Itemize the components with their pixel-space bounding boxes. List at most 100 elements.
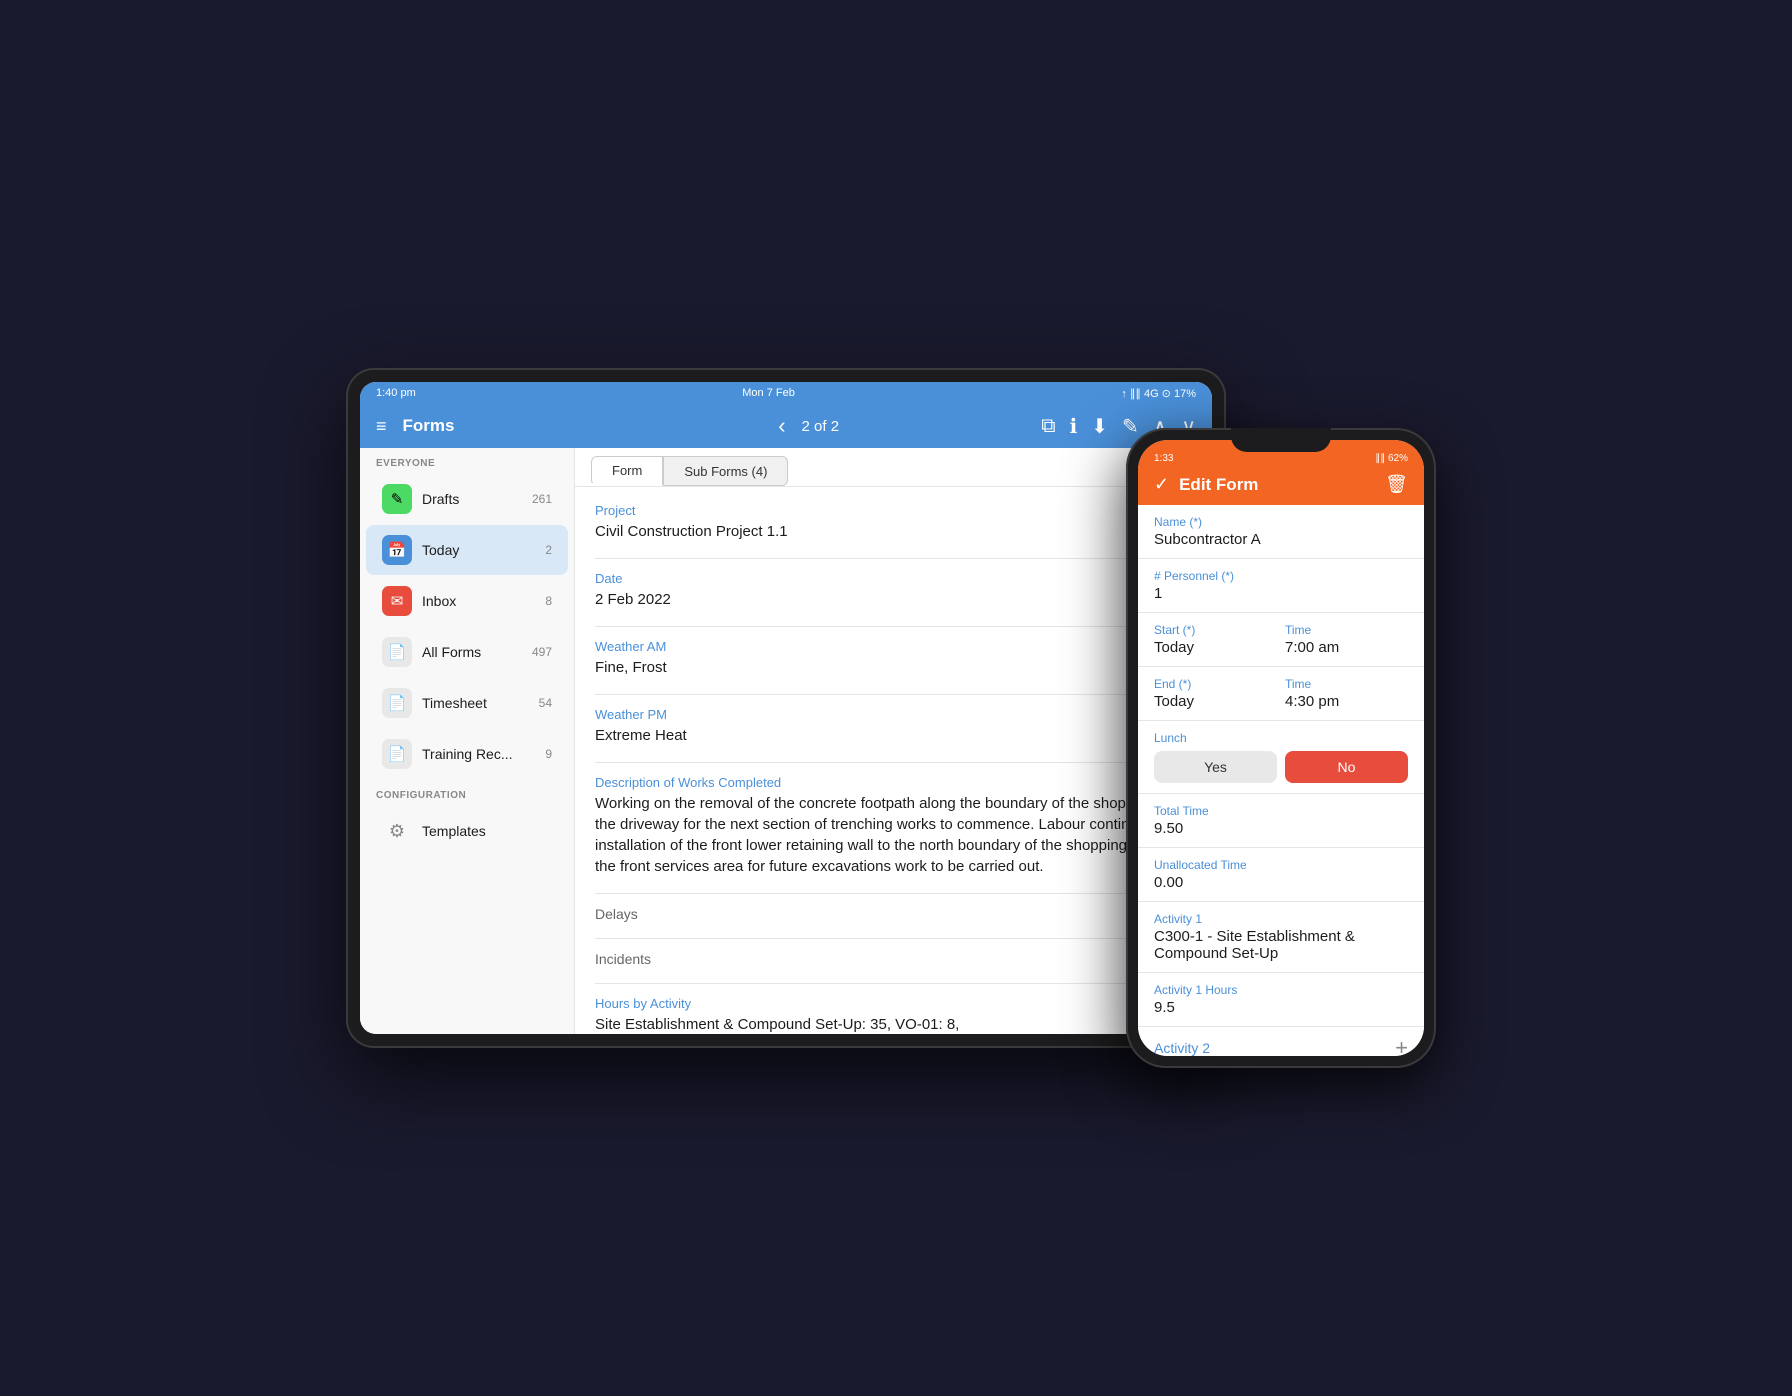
hours-field: Hours by Activity Site Establishment & C… [595, 996, 1192, 1034]
drafts-label: Drafts [422, 491, 532, 507]
end-time-value[interactable]: 4:30 pm [1285, 693, 1408, 710]
activity2-label: Activity 2 [1154, 1040, 1395, 1056]
tablet-status-bar: 1:40 pm Mon 7 Feb ↑ ∥∥ 4G ⊙ 17% [360, 382, 1212, 404]
date-field: Date 2 Feb 2022 [595, 571, 1192, 610]
weather-am-value: Fine, Frost [595, 657, 1192, 678]
start-time-value[interactable]: 7:00 am [1285, 639, 1408, 656]
unallocated-field: Unallocated Time 0.00 [1138, 848, 1424, 902]
edit-icon[interactable]: ✎ [1122, 414, 1139, 439]
all-forms-badge: 497 [532, 645, 552, 659]
drafts-badge: 261 [532, 492, 552, 506]
tablet-signal: ↑ ∥∥ 4G ⊙ 17% [1121, 387, 1196, 400]
lunch-label: Lunch [1154, 731, 1408, 745]
timesheet-icon: 📄 [382, 688, 412, 718]
description-value: Working on the removal of the concrete f… [595, 793, 1192, 877]
lunch-field: Lunch Yes No [1138, 721, 1424, 794]
sidebar-item-drafts[interactable]: ✎ Drafts 261 [366, 474, 568, 524]
delays-label: Delays [595, 906, 1192, 922]
info-icon[interactable]: ℹ [1070, 414, 1078, 439]
lunch-no-button[interactable]: No [1285, 751, 1408, 783]
page-indicator: 2 of 2 [802, 418, 840, 435]
gear-icon: ⚙ [382, 816, 412, 846]
sidebar-item-templates[interactable]: ⚙ Templates [366, 806, 568, 856]
download-icon[interactable]: ⬇ [1091, 414, 1108, 439]
inbox-badge: 8 [532, 594, 552, 608]
menu-icon[interactable]: ≡ [376, 416, 387, 437]
today-label: Today [422, 542, 532, 558]
project-field: Project Civil Construction Project 1.1 [595, 503, 1192, 542]
incidents-field: Incidents [595, 951, 1192, 967]
phone-time: 1:33 [1154, 453, 1173, 464]
tablet-title: Forms [403, 416, 455, 436]
end-field: End (*) Today [1154, 677, 1277, 710]
tablet-date: Mon 7 Feb [742, 387, 795, 399]
phone: 1:33 ∥∥ 62% ✓ Edit Form 🗑 Name (*) Subco… [1126, 428, 1436, 1068]
sidebar-item-today[interactable]: 📅 Today 2 [366, 525, 568, 575]
templates-label: Templates [422, 823, 552, 839]
description-label: Description of Works Completed [595, 775, 1192, 790]
timesheet-badge: 54 [532, 696, 552, 710]
training-badge: 9 [532, 747, 552, 761]
date-value: 2 Feb 2022 [595, 589, 1192, 610]
date-label: Date [595, 571, 1192, 586]
weather-pm-label: Weather PM [595, 707, 1192, 722]
unallocated-label: Unallocated Time [1154, 858, 1408, 872]
weather-am-field: Weather AM Fine, Frost [595, 639, 1192, 678]
name-value[interactable]: Subcontractor A [1154, 531, 1408, 548]
activity1-hours-label: Activity 1 Hours [1154, 983, 1408, 997]
main-content: Form Sub Forms (4) Project Civil Constru… [575, 448, 1212, 1034]
everyone-label: EVERYONE [360, 448, 574, 473]
sidebar-item-inbox[interactable]: ✉ Inbox 8 [366, 576, 568, 626]
all-forms-icon: 📄 [382, 637, 412, 667]
total-time-value: 9.50 [1154, 820, 1408, 837]
activity2-add-row[interactable]: Activity 2 + [1138, 1027, 1424, 1056]
configuration-label: CONFIGURATION [360, 780, 574, 805]
lunch-buttons: Yes No [1154, 751, 1408, 783]
timesheet-label: Timesheet [422, 695, 532, 711]
phone-notch [1231, 428, 1331, 452]
activity1-value[interactable]: C300-1 - Site Establishment & Compound S… [1154, 928, 1408, 962]
project-value: Civil Construction Project 1.1 [595, 521, 1192, 542]
phone-header: ✓ Edit Form 🗑 [1138, 468, 1424, 505]
start-value[interactable]: Today [1154, 639, 1277, 656]
hours-value: Site Establishment & Compound Set-Up: 35… [595, 1014, 1192, 1034]
start-time-field: Time 7:00 am [1285, 623, 1408, 656]
lunch-yes-button[interactable]: Yes [1154, 751, 1277, 783]
total-time-label: Total Time [1154, 804, 1408, 818]
start-label: Start (*) [1154, 623, 1277, 637]
activity1-hours-field: Activity 1 Hours 9.5 [1138, 973, 1424, 1027]
end-value[interactable]: Today [1154, 693, 1277, 710]
copy-icon[interactable]: ⧉ [1041, 415, 1055, 438]
activity2-plus-icon[interactable]: + [1395, 1037, 1408, 1056]
sidebar-item-all-forms[interactable]: 📄 All Forms 497 [366, 627, 568, 677]
end-label: End (*) [1154, 677, 1277, 691]
scene: 1:40 pm Mon 7 Feb ↑ ∥∥ 4G ⊙ 17% ≡ Forms … [346, 308, 1446, 1088]
name-field: Name (*) Subcontractor A [1138, 505, 1424, 559]
check-icon[interactable]: ✓ [1154, 474, 1169, 495]
end-row: End (*) Today Time 4:30 pm [1138, 667, 1424, 721]
form-fields: Project Civil Construction Project 1.1 D… [575, 487, 1212, 1034]
total-time-field: Total Time 9.50 [1138, 794, 1424, 848]
incidents-label: Incidents [595, 951, 1192, 967]
tab-subforms[interactable]: Sub Forms (4) [663, 456, 788, 486]
sidebar-item-timesheet[interactable]: 📄 Timesheet 54 [366, 678, 568, 728]
hours-label: Hours by Activity [595, 996, 1192, 1011]
start-time-label: Time [1285, 623, 1408, 637]
drafts-icon: ✎ [382, 484, 412, 514]
today-icon: 📅 [382, 535, 412, 565]
start-row: Start (*) Today Time 7:00 am [1138, 613, 1424, 667]
sidebar: EVERYONE ✎ Drafts 261 📅 Today 2 [360, 448, 575, 1034]
tab-form[interactable]: Form [591, 456, 663, 486]
tablet-body: EVERYONE ✎ Drafts 261 📅 Today 2 [360, 448, 1212, 1034]
personnel-value[interactable]: 1 [1154, 585, 1408, 602]
phone-title: Edit Form [1179, 475, 1375, 495]
weather-am-label: Weather AM [595, 639, 1192, 654]
tablet: 1:40 pm Mon 7 Feb ↑ ∥∥ 4G ⊙ 17% ≡ Forms … [346, 368, 1226, 1048]
phone-form: Name (*) Subcontractor A # Personnel (*)… [1138, 505, 1424, 1056]
back-button[interactable]: ‹ [778, 413, 785, 439]
activity1-hours-value[interactable]: 9.5 [1154, 999, 1408, 1016]
delays-field: Delays [595, 906, 1192, 922]
trash-icon[interactable]: 🗑 [1385, 474, 1408, 495]
end-time-field: Time 4:30 pm [1285, 677, 1408, 710]
sidebar-item-training[interactable]: 📄 Training Rec... 9 [366, 729, 568, 779]
